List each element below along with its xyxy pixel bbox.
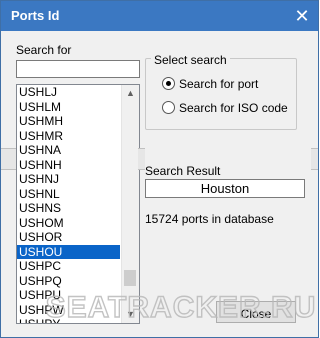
search-label: Search for	[16, 43, 72, 57]
search-result-label: Search Result	[145, 164, 221, 178]
list-item[interactable]: USHOU	[17, 244, 120, 259]
scroll-thumb[interactable]	[124, 270, 136, 286]
list-item[interactable]: USHOM	[17, 216, 120, 231]
radio-search-iso-label[interactable]: Search for ISO code	[179, 101, 288, 115]
scroll-up-icon[interactable]: ▲	[122, 85, 139, 102]
ports-count-text: 15724 ports in database	[145, 212, 274, 226]
radio-checked-icon	[166, 81, 171, 86]
list-item[interactable]: USHNS	[17, 201, 120, 216]
ports-list-items: USHLJ USHLM USHMH USHMR USHNA USHNH USHNJ USHNL…	[17, 85, 120, 323]
left-edge-strip	[1, 148, 16, 170]
title-bar: Ports Id ✕	[1, 1, 318, 31]
list-item[interactable]: USHMH	[17, 114, 120, 129]
list-item[interactable]: USHPW	[17, 303, 120, 318]
list-item[interactable]: USHNL	[17, 187, 120, 202]
middle-edge-strip	[138, 148, 145, 170]
radio-search-port-label[interactable]: Search for port	[179, 77, 258, 91]
ports-listbox[interactable]: USHLJ USHLM USHMH USHMR USHNA USHNH USHNJ USHNL…	[16, 84, 140, 324]
list-item[interactable]: USHLM	[17, 100, 120, 115]
list-item[interactable]: USHOR	[17, 230, 120, 245]
ports-id-dialog: Ports Id ✕ Search for USHLJ USHLM USHMH USH…	[0, 0, 319, 338]
radio-search-port[interactable]	[162, 77, 175, 90]
list-item[interactable]: USHPC	[17, 259, 120, 274]
radio-search-iso[interactable]	[162, 101, 175, 114]
list-item[interactable]: USHPY	[17, 317, 120, 323]
list-item[interactable]: USHLJ	[17, 85, 120, 100]
select-search-group	[145, 58, 297, 130]
window-title: Ports Id	[11, 8, 60, 23]
close-icon[interactable]: ✕	[290, 4, 314, 28]
list-item[interactable]: USHPU	[17, 288, 120, 303]
list-item[interactable]: USHNH	[17, 158, 120, 173]
list-item[interactable]: USHNJ	[17, 172, 120, 187]
right-edge-strip	[311, 148, 318, 170]
list-item[interactable]: USHNA	[17, 143, 120, 158]
search-result-field: Houston	[145, 179, 305, 198]
select-search-title: Select search	[151, 53, 230, 67]
close-button[interactable]: Close	[216, 301, 296, 323]
list-item[interactable]: USHPQ	[17, 274, 120, 289]
scroll-down-icon[interactable]: ▼	[122, 306, 139, 323]
list-scrollbar[interactable]: ▲ ▼	[121, 85, 139, 323]
search-input[interactable]	[16, 60, 140, 78]
list-item[interactable]: USHMR	[17, 129, 120, 144]
